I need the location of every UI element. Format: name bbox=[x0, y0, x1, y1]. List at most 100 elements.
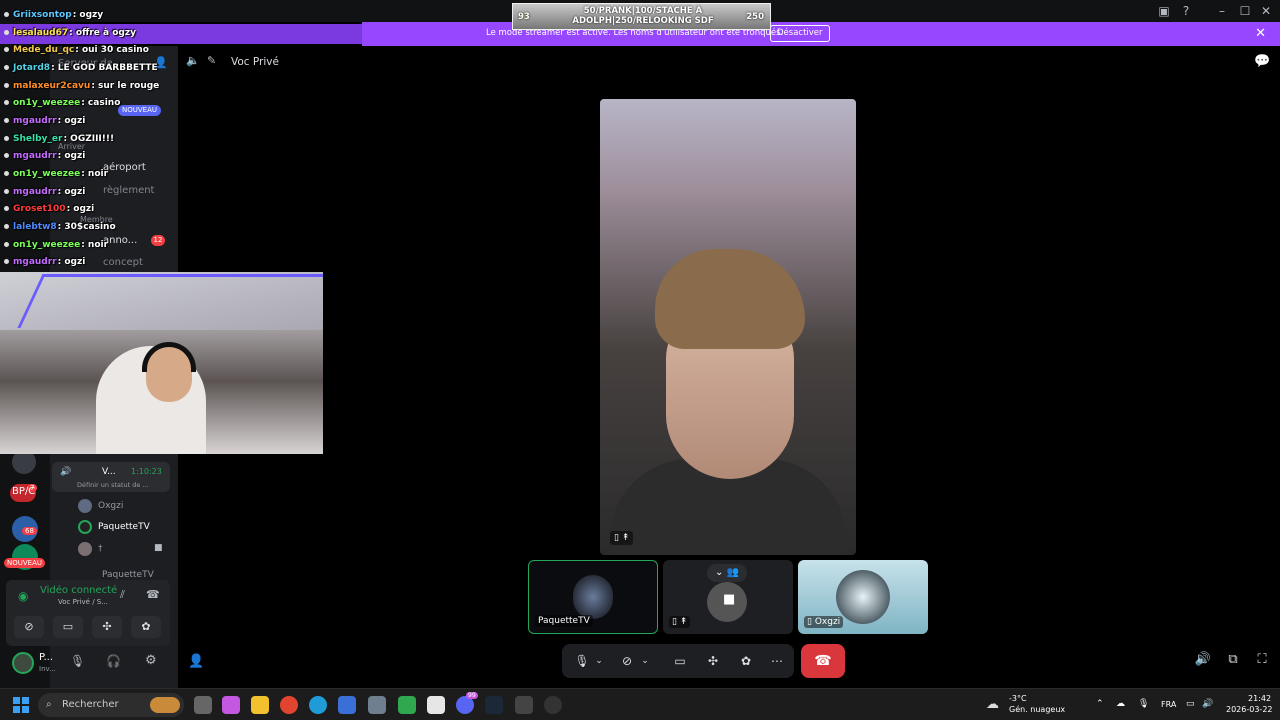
clock-date[interactable]: 2026-03-22 bbox=[1226, 705, 1273, 714]
camera-off-button[interactable]: ⊘ bbox=[14, 616, 44, 638]
chat-username: Mede_du_qc bbox=[13, 45, 75, 55]
settings-gear-icon[interactable]: ⚙ bbox=[145, 653, 157, 668]
chevron-down-icon[interactable]: ⌄ bbox=[593, 644, 605, 678]
voice-member[interactable]: Oxgzi bbox=[98, 501, 123, 511]
language-indicator[interactable]: FRA bbox=[1161, 700, 1176, 709]
mobile-icon: ▯ ↟ bbox=[669, 616, 691, 628]
chat-message: malaxeur2cavu: sur le rouge bbox=[4, 81, 159, 91]
avatar bbox=[78, 542, 92, 556]
noise-suppression-icon[interactable]: ⫽ bbox=[120, 588, 125, 602]
share-screen-button[interactable]: ▭ bbox=[53, 616, 83, 638]
connection-subtitle[interactable]: Voc Privé / S... bbox=[58, 598, 108, 606]
headphones-icon[interactable]: 🎧 bbox=[106, 654, 121, 668]
settings-icon[interactable] bbox=[368, 696, 386, 714]
connection-title[interactable]: Vidéo connecté bbox=[40, 585, 117, 596]
close-banner-icon[interactable]: ✕ bbox=[1255, 26, 1266, 41]
donation-line-2: ADOLPH|250/RELOOKING SDF bbox=[572, 16, 714, 26]
avatar bbox=[573, 575, 613, 619]
chat-bullet-icon bbox=[4, 242, 9, 247]
chat-message: lalebtw8: 30$casino bbox=[4, 222, 116, 232]
microphone-icon[interactable]: 🎙 bbox=[70, 654, 85, 668]
chat-bullet-icon bbox=[4, 118, 9, 123]
voice-member[interactable]: † bbox=[98, 544, 103, 554]
search-icon: ⌕ bbox=[46, 699, 52, 710]
windows-start-icon[interactable] bbox=[13, 697, 29, 713]
disable-streamer-button[interactable]: Désactiver bbox=[770, 25, 830, 42]
weather-icon[interactable]: ☁ bbox=[986, 697, 999, 712]
voice-channel-name[interactable]: V... bbox=[102, 467, 116, 477]
main-video-feed[interactable]: ▯ ↟ bbox=[600, 99, 856, 555]
participant-tile[interactable]: PaquetteTV bbox=[528, 560, 658, 634]
participant-tile[interactable]: ▯ Oxgzi bbox=[798, 560, 928, 634]
voice-member[interactable]: PaquetteTV bbox=[102, 570, 154, 580]
copilot-icon[interactable] bbox=[222, 696, 240, 714]
user-avatar[interactable] bbox=[12, 652, 34, 674]
expand-participants-icon[interactable]: ⌄ 👥 bbox=[707, 564, 747, 582]
chat-icon[interactable]: 💬 bbox=[1254, 54, 1270, 69]
chat-bullet-icon bbox=[4, 136, 9, 141]
steam-icon[interactable] bbox=[485, 696, 503, 714]
user-status: Inv... bbox=[39, 665, 56, 673]
speaker-icon: 🔈 bbox=[186, 54, 200, 67]
mic-tray-icon[interactable]: 🎙 bbox=[1138, 699, 1149, 709]
voice-channel-panel[interactable]: 🔊 V... 1:10:23 Définir un statut de ... bbox=[52, 462, 170, 492]
chat-text: : sur le rouge bbox=[91, 81, 160, 91]
minimize-button[interactable]: – bbox=[1214, 3, 1230, 19]
microphone-icon[interactable]: 🎙 bbox=[572, 644, 592, 678]
app-icon[interactable] bbox=[515, 696, 533, 714]
file-explorer-icon[interactable] bbox=[251, 696, 269, 714]
avatar bbox=[836, 570, 890, 624]
inbox-icon[interactable]: ▣ bbox=[1156, 3, 1172, 19]
disconnect-icon[interactable]: ☎ bbox=[146, 588, 160, 601]
chat-text: : casino bbox=[81, 98, 121, 108]
close-window-button[interactable]: ✕ bbox=[1258, 3, 1274, 19]
chat-username: mgaudrr bbox=[13, 151, 57, 161]
server-label-bpc[interactable]: BP/C bbox=[12, 486, 35, 497]
participant-tile[interactable]: ⌄ 👥 ■ ▯ ↟ bbox=[663, 560, 793, 634]
activities-button[interactable]: ✣ bbox=[92, 616, 122, 638]
maximize-button[interactable]: ☐ bbox=[1237, 3, 1253, 19]
chat-text: : 30$casino bbox=[57, 222, 116, 232]
chat-message: Jotard8: LE GOD BARBBETTE bbox=[4, 63, 158, 73]
status-input[interactable]: Définir un statut de ... bbox=[77, 481, 149, 489]
xbox-icon[interactable] bbox=[398, 696, 416, 714]
tile-label: PaquetteTV bbox=[535, 615, 593, 627]
activities-icon[interactable]: ✣ bbox=[703, 644, 723, 678]
wifi-icon[interactable]: ▭ bbox=[1186, 699, 1195, 709]
chat-text: : noir bbox=[81, 240, 109, 250]
network-icon[interactable]: ☁ bbox=[1116, 699, 1125, 709]
task-view-icon[interactable] bbox=[194, 696, 212, 714]
user-name[interactable]: P... bbox=[39, 652, 53, 663]
help-icon[interactable]: ? bbox=[1178, 3, 1194, 19]
share-screen-icon[interactable]: ▭ bbox=[670, 644, 690, 678]
chevron-up-icon[interactable]: ⌃ bbox=[1096, 699, 1104, 709]
soundboard-button[interactable]: ✿ bbox=[131, 616, 161, 638]
chrome-icon[interactable] bbox=[280, 696, 298, 714]
clock-time[interactable]: 21:42 bbox=[1248, 694, 1271, 703]
volume-tray-icon[interactable]: 🔊 bbox=[1202, 699, 1213, 709]
popout-icon[interactable]: ⧉ bbox=[1224, 652, 1242, 670]
store-icon[interactable] bbox=[427, 696, 445, 714]
user-bar: P... Inv... 🎙 🎧 ⚙ bbox=[6, 648, 170, 680]
chat-text: : ogzi bbox=[57, 116, 86, 126]
chat-username: mgaudrr bbox=[13, 187, 57, 197]
invite-icon[interactable]: 👤 bbox=[188, 654, 204, 669]
chat-text: : ogzi bbox=[57, 187, 86, 197]
more-icon[interactable]: ⋯ bbox=[767, 644, 787, 678]
taskbar-search[interactable]: ⌕ Rechercher bbox=[38, 693, 184, 717]
edge-icon[interactable] bbox=[309, 696, 327, 714]
volume-icon[interactable]: 🔊 bbox=[1194, 652, 1212, 670]
voice-member[interactable]: PaquetteTV bbox=[98, 522, 150, 532]
fullscreen-icon[interactable]: ⛶ bbox=[1253, 652, 1271, 670]
chat-username: Groset100 bbox=[13, 204, 66, 214]
chat-username: on1y_weezee bbox=[13, 98, 81, 108]
chat-username: mgaudrr bbox=[13, 257, 57, 267]
mail-icon[interactable] bbox=[338, 696, 356, 714]
hang-up-button[interactable]: ☎ bbox=[801, 644, 845, 678]
chevron-down-icon[interactable]: ⌄ bbox=[639, 644, 651, 678]
chat-bullet-icon bbox=[4, 259, 9, 264]
obs-icon[interactable] bbox=[544, 696, 562, 714]
soundboard-icon[interactable]: ✿ bbox=[736, 644, 756, 678]
chat-message: on1y_weezee: noir bbox=[4, 169, 108, 179]
camera-off-icon[interactable]: ⊘ bbox=[617, 644, 637, 678]
